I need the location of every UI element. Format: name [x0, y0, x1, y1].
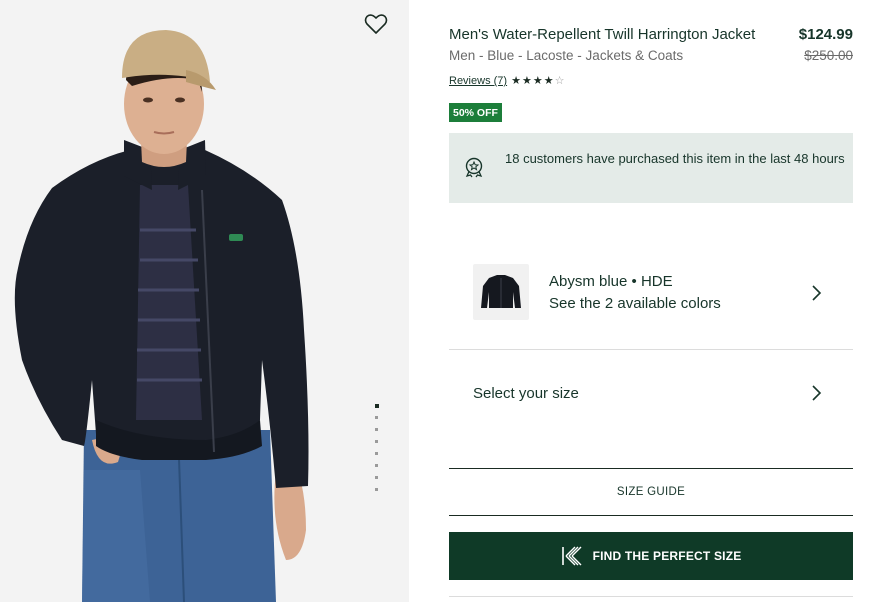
- gallery-dot[interactable]: [375, 428, 378, 431]
- available-colors-link[interactable]: See the 2 available colors: [549, 295, 721, 312]
- reviews-summary: Reviews (7) ★ ★ ★ ★ ☆: [449, 75, 564, 87]
- color-name: Abysm blue • HDE: [549, 273, 673, 290]
- reviews-link[interactable]: Reviews (7): [449, 75, 507, 87]
- award-badge-icon: [465, 157, 483, 178]
- divider: [449, 596, 853, 597]
- gallery-dot[interactable]: [375, 464, 378, 467]
- purchase-notice-text: 18 customers have purchased this item in…: [505, 151, 845, 166]
- discount-badge: 50% OFF: [449, 103, 502, 122]
- size-selector[interactable]: Select your size: [449, 351, 853, 469]
- gallery-dot[interactable]: [374, 404, 379, 408]
- star-icon: ★: [543, 74, 554, 87]
- gallery-pagination[interactable]: [374, 404, 380, 494]
- gallery-dot[interactable]: [375, 452, 378, 455]
- kiwi-sizing-icon: [561, 546, 582, 566]
- gallery-dot[interactable]: [375, 488, 378, 491]
- wishlist-button[interactable]: [362, 10, 390, 38]
- star-icon: ★: [511, 74, 521, 87]
- gallery-dot[interactable]: [375, 416, 378, 419]
- purchase-notice: 18 customers have purchased this item in…: [449, 133, 853, 203]
- product-breadcrumb: Men - Blue - Lacoste - Jackets & Coats: [449, 48, 684, 63]
- star-outline-icon: ☆: [554, 74, 565, 87]
- star-icon: ★: [521, 74, 532, 87]
- product-image-panel[interactable]: [0, 0, 409, 602]
- gallery-dot[interactable]: [375, 440, 378, 443]
- heart-icon: [364, 14, 388, 34]
- jacket-thumbnail-icon: [481, 275, 521, 308]
- chevron-right-icon: [812, 385, 822, 401]
- color-selector[interactable]: Abysm blue • HDE See the 2 available col…: [449, 228, 853, 350]
- size-selector-label: Select your size: [473, 385, 579, 402]
- chevron-right-icon: [812, 285, 822, 301]
- product-photo: [14, 30, 309, 602]
- color-thumbnail: [473, 264, 529, 320]
- star-icon: ★: [532, 74, 543, 87]
- find-perfect-size-label: FIND THE PERFECT SIZE: [592, 549, 742, 563]
- rating-stars: ★ ★ ★ ★ ☆: [511, 74, 565, 87]
- product-title: Men's Water-Repellent Twill Harrington J…: [449, 26, 756, 43]
- find-perfect-size-button[interactable]: FIND THE PERFECT SIZE: [449, 532, 853, 580]
- current-price: $124.99: [798, 26, 853, 43]
- original-price: $250.00: [804, 48, 853, 63]
- size-guide-button[interactable]: SIZE GUIDE: [449, 469, 853, 516]
- gallery-dot[interactable]: [375, 476, 378, 479]
